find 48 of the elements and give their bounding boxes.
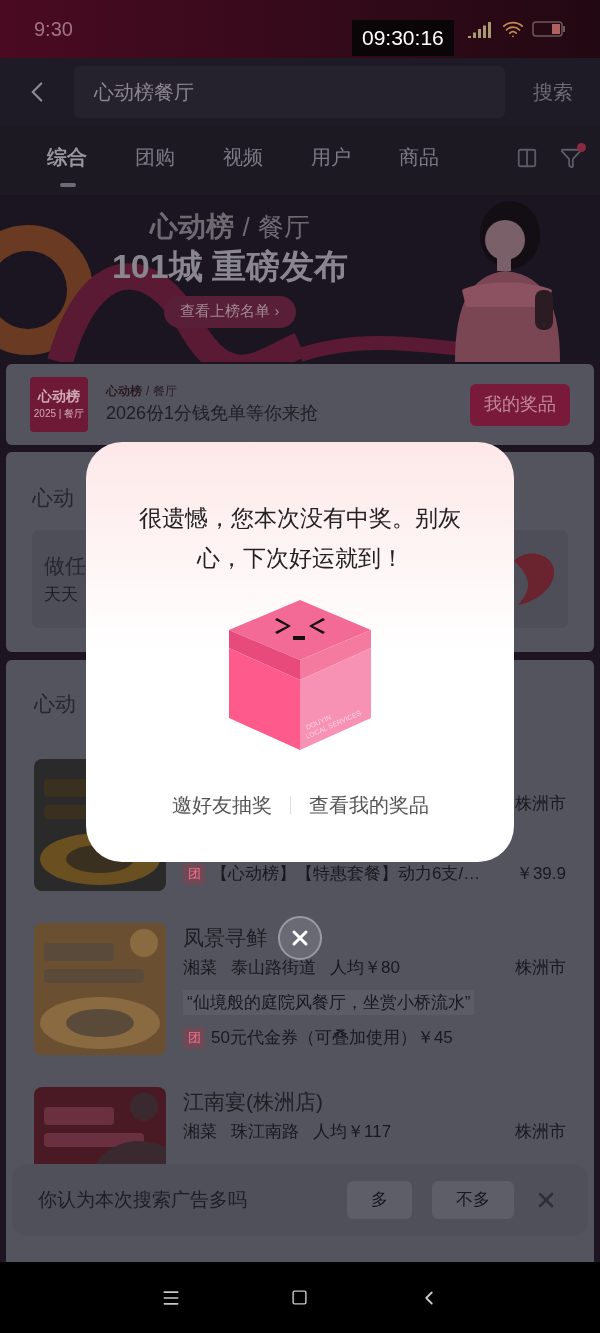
- battery-icon: [532, 21, 566, 37]
- banner-category: 餐厅: [257, 214, 310, 240]
- view-list-button[interactable]: 查看上榜名单 ›: [164, 295, 296, 328]
- filter-icon[interactable]: [560, 147, 582, 169]
- tab[interactable]: 用户: [311, 143, 351, 171]
- my-prizes-button[interactable]: 我的奖品: [470, 383, 570, 426]
- area-text: 珠江南路: [231, 1120, 299, 1143]
- banner-separator: /: [242, 214, 250, 240]
- cuisine-text: 湘菜: [183, 956, 217, 979]
- logo-title: 心动榜: [38, 388, 80, 403]
- group-buy-tag: 团: [183, 1026, 205, 1049]
- layout-icon[interactable]: [516, 147, 538, 169]
- feedback-option[interactable]: 不多: [432, 1181, 514, 1219]
- result-message: 很遗憾，您本次没有中奖。别灰心，下次好运就到！: [138, 504, 462, 573]
- banner-brand: 心动榜: [150, 213, 235, 241]
- logo-subtitle: 2025 | 餐厅: [33, 406, 85, 421]
- deal-text[interactable]: 50元代金券（可叠加使用）￥45: [211, 1024, 453, 1051]
- group-buy-tag: 团: [183, 862, 205, 885]
- clock-overlay: 09:30:16: [352, 20, 454, 56]
- invite-friends-link[interactable]: 邀好友抽奖: [171, 790, 272, 820]
- view-prizes-link[interactable]: 查看我的奖品: [308, 790, 429, 820]
- deal-price: ￥39.9: [515, 862, 566, 885]
- tab-indicator: [60, 183, 76, 187]
- feedback-option[interactable]: 多: [347, 1181, 412, 1219]
- city-text: 株洲市: [515, 956, 566, 979]
- search-button[interactable]: 搜索: [505, 76, 600, 107]
- search-field[interactable]: 心动榜餐厅: [74, 65, 505, 118]
- banner-headline: 101城 重磅发布: [111, 246, 349, 287]
- deal-text[interactable]: 【心动榜】【特惠套餐】动力6支/…: [211, 860, 481, 887]
- home-icon[interactable]: [290, 1289, 308, 1306]
- tab[interactable]: 商品: [399, 143, 439, 171]
- city-text: 株洲市: [515, 1120, 566, 1143]
- tab[interactable]: 团购: [135, 143, 175, 171]
- restaurant-name[interactable]: 江南宴(株洲店): [183, 1085, 323, 1118]
- average-price: 人均￥80: [330, 956, 400, 979]
- review-quote: “仙境般的庭院风餐厅，坐赏小桥流水”: [183, 989, 475, 1016]
- promo-brand: 心动榜: [106, 383, 142, 400]
- promo-separator: /: [146, 383, 150, 400]
- average-price: 人均￥117: [313, 1120, 392, 1143]
- area-text: 泰山路街道: [231, 956, 316, 979]
- promo-text: 2026份1分钱免单等你来抢: [106, 402, 319, 425]
- restaurant-name[interactable]: 凤景寻鲜: [183, 921, 267, 954]
- city-text: 株洲市: [515, 792, 566, 815]
- tab[interactable]: 视频: [223, 143, 263, 171]
- status-time: 9:30: [34, 17, 73, 42]
- cuisine-text: 湘菜: [183, 1120, 217, 1143]
- tab[interactable]: 综合: [47, 143, 87, 171]
- signal-icon: [468, 20, 494, 38]
